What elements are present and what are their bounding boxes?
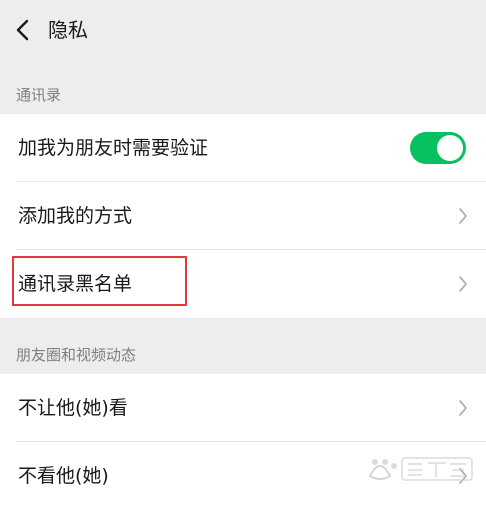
row-label: 添加我的方式 xyxy=(18,205,133,227)
section-title-contacts: 通讯录 xyxy=(16,86,62,104)
highlight-annotation-box xyxy=(12,256,187,306)
toggle-knob xyxy=(437,135,463,161)
chevron-right-icon xyxy=(459,208,467,224)
baidu-watermark-logo xyxy=(368,457,473,481)
navigation-bar: 隐私 xyxy=(0,0,486,60)
page-title: 隐私 xyxy=(48,18,88,42)
add-me-methods-row[interactable]: 添加我的方式 xyxy=(0,182,486,250)
row-label: 不让他(她)看 xyxy=(18,397,128,419)
section-title-moments: 朋友圈和视频动态 xyxy=(16,346,137,364)
verify-friend-request-row[interactable]: 加我为朋友时需要验证 xyxy=(0,114,486,182)
row-label: 加我为朋友时需要验证 xyxy=(18,137,209,159)
hide-my-posts-row[interactable]: 不让他(她)看 xyxy=(0,374,486,442)
verify-friend-request-toggle[interactable] xyxy=(410,132,466,164)
chevron-right-icon xyxy=(459,276,467,292)
back-icon[interactable] xyxy=(14,18,30,42)
row-label: 不看他(她) xyxy=(18,465,109,487)
chevron-right-icon xyxy=(459,400,467,416)
